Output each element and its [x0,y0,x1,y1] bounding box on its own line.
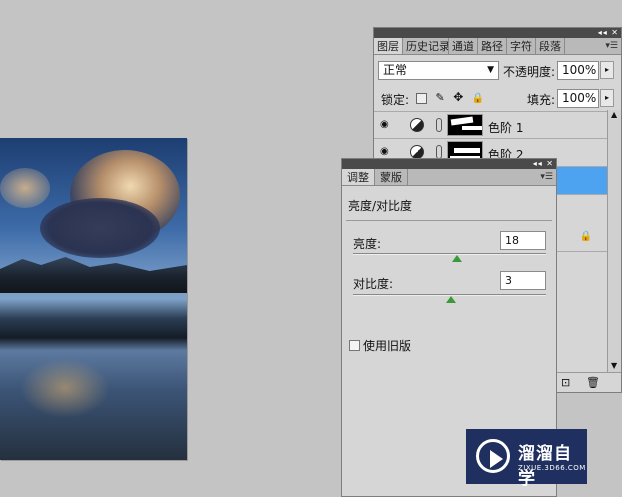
canvas-image [0,138,187,460]
collapse-icon[interactable]: ◂◂ [598,28,608,37]
layer-row[interactable]: ◉ 色阶 1 [374,111,608,139]
blend-mode-value: 正常 [383,63,408,77]
close-icon[interactable]: ✕ [546,159,554,168]
lock-transparent-icon[interactable] [416,92,427,104]
brightness-slider-thumb[interactable] [452,255,463,262]
tab-channels[interactable]: 通道 [449,38,478,54]
cloud [0,168,50,208]
brightness-slider[interactable] [353,253,546,262]
water-reflection [20,358,110,418]
scroll-up-icon[interactable]: ▲ [611,110,617,119]
adjustment-icon [410,118,424,132]
layers-scrollbar[interactable]: ▲ ▼ [607,110,621,372]
brightness-input[interactable]: 18 [500,231,546,250]
panel-menu-icon[interactable]: ▾☰ [540,169,553,186]
lock-label: 锁定: [381,93,410,107]
layer-mask-thumbnail[interactable] [447,114,483,136]
contrast-slider-thumb[interactable] [446,296,457,303]
hills [0,257,187,293]
chain-icon[interactable] [436,118,442,132]
contrast-input[interactable]: 3 [500,271,546,290]
cloud [40,198,160,258]
brush-icon[interactable]: ✎ [436,91,445,104]
adjustment-title: 亮度/对比度 [348,199,413,213]
scroll-down-icon[interactable]: ▼ [611,361,617,370]
close-icon[interactable]: ✕ [611,28,619,37]
brightness-label: 亮度: [353,237,382,251]
fill-input[interactable]: 100% [557,89,599,108]
trash-icon[interactable]: 🗑 [586,376,600,389]
contrast-label: 对比度: [353,277,394,291]
watermark-logo: 溜溜自学 ZIXUE.3D66.COM [466,429,587,489]
new-layer-icon[interactable]: ⊡ [561,376,570,389]
tab-masks[interactable]: 蒙版 [375,169,408,185]
blend-mode-select[interactable]: 正常 ▼ [378,61,499,80]
lock-buttons: ✎ ✥ 🔒 [412,90,484,104]
layer-name: 色阶 1 [488,121,524,135]
eye-icon[interactable]: ◉ [380,120,392,130]
tab-paths[interactable]: 路径 [478,38,507,54]
contrast-slider[interactable] [353,294,546,303]
lock-icon: 🔒 [579,231,592,242]
tab-paragraph[interactable]: 段落 [536,38,565,54]
chain-icon[interactable] [436,145,442,159]
adjust-titlebar[interactable]: ◂◂ ✕ [342,159,556,169]
watermark-url: ZIXUE.3D66.COM [518,464,586,472]
tab-history[interactable]: 历史记录 [403,38,449,54]
opacity-arrow-button[interactable]: ▸ [600,61,614,79]
fill-arrow-button[interactable]: ▸ [600,89,614,107]
layers-tabs: 图层 历史记录 通道 路径 字符 段落 ▾☰ [374,38,621,55]
play-logo-icon [476,439,510,473]
tab-layers[interactable]: 图层 [374,38,403,54]
move-icon[interactable]: ✥ [453,90,463,104]
use-legacy-checkbox[interactable] [349,340,360,351]
divider [346,220,552,221]
adjustment-icon [410,145,424,159]
tab-adjustments[interactable]: 调整 [342,169,375,185]
opacity-label: 不透明度: [503,65,556,79]
panel-menu-icon[interactable]: ▾☰ [605,38,618,55]
opacity-input[interactable]: 100% [557,61,599,80]
chevron-down-icon: ▼ [487,65,494,75]
adjust-tabs: 调整 蒙版 ▾☰ [342,169,556,186]
eye-icon[interactable]: ◉ [380,147,392,157]
lock-icon[interactable]: 🔒 [472,93,484,104]
layers-titlebar[interactable]: ◂◂ ✕ [374,28,621,38]
tab-character[interactable]: 字符 [507,38,536,54]
use-legacy-label: 使用旧版 [363,339,412,353]
collapse-icon[interactable]: ◂◂ [533,159,543,168]
fill-label: 填充: [527,93,556,107]
